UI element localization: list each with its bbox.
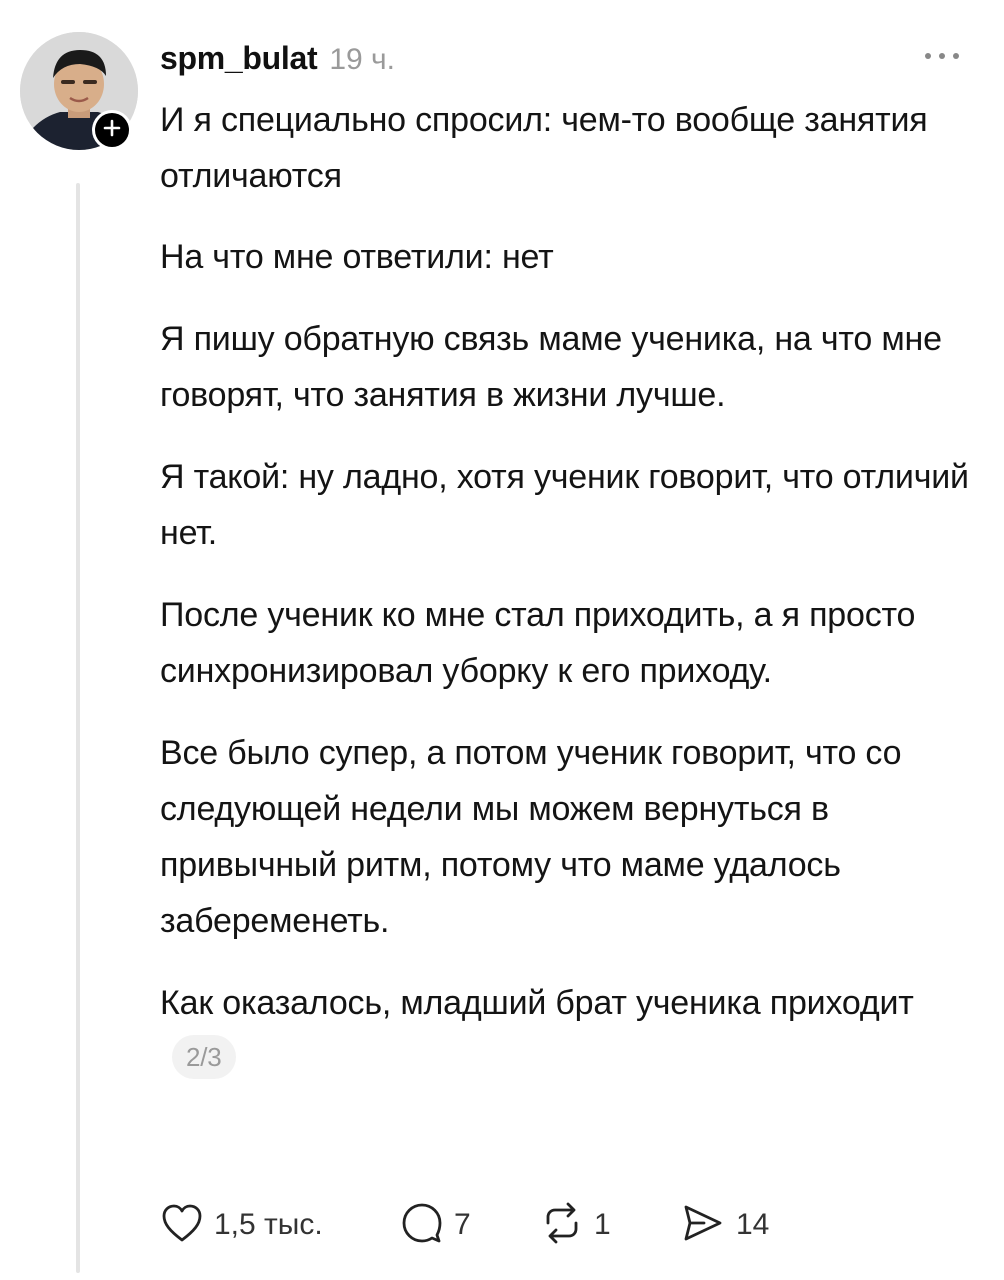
post-paragraph: Я пишу обратную связь маме ученика, на ч… (160, 320, 942, 414)
username[interactable]: spm_bulat (160, 40, 318, 77)
post-paragraph-text: Как оказалось, младший брат ученика прих… (160, 984, 914, 1022)
reply-button[interactable]: 7 (400, 1201, 540, 1250)
post-body: И я специально спросил: чем-то вообще за… (160, 92, 980, 1113)
repost-icon (540, 1201, 584, 1250)
thread-line (76, 183, 80, 1273)
more-horizontal-icon (922, 48, 962, 66)
post-paragraph: После ученик ко мне стал приходить, а я … (160, 596, 916, 690)
post-time: 19 ч. (329, 43, 396, 76)
follow-button[interactable] (92, 110, 132, 150)
reply-count: 7 (454, 1208, 471, 1241)
repost-button[interactable]: 1 (540, 1201, 680, 1250)
post-paragraph: И я специально спросил: чем-то вообще за… (160, 101, 928, 195)
share-count: 14 (736, 1208, 770, 1241)
post-paragraph: Все было супер, а потом ученик говорит, … (160, 734, 902, 940)
post-paragraph: Я такой: ну ладно, хотя ученик говорит, … (160, 458, 969, 552)
comment-icon (400, 1201, 444, 1250)
action-bar: 1,5 тыс. 7 1 14 (160, 1200, 769, 1250)
heart-icon (160, 1202, 204, 1249)
thread-post: spm_bulat 19 ч. И я специально спросил: … (0, 0, 1004, 1280)
post-paragraph-last: Как оказалось, младший брат ученика прих… (160, 975, 980, 1087)
more-button[interactable] (918, 40, 966, 74)
repost-count: 1 (594, 1208, 611, 1241)
plus-icon (102, 118, 122, 143)
thread-counter-badge: 2/3 (172, 1035, 236, 1080)
like-count: 1,5 тыс. (214, 1208, 323, 1241)
post-paragraph: На что мне ответили: нет (160, 238, 554, 276)
share-button[interactable]: 14 (680, 1201, 769, 1250)
like-button[interactable]: 1,5 тыс. (160, 1202, 400, 1249)
send-icon (680, 1201, 726, 1250)
post-header: spm_bulat 19 ч. (160, 40, 395, 77)
